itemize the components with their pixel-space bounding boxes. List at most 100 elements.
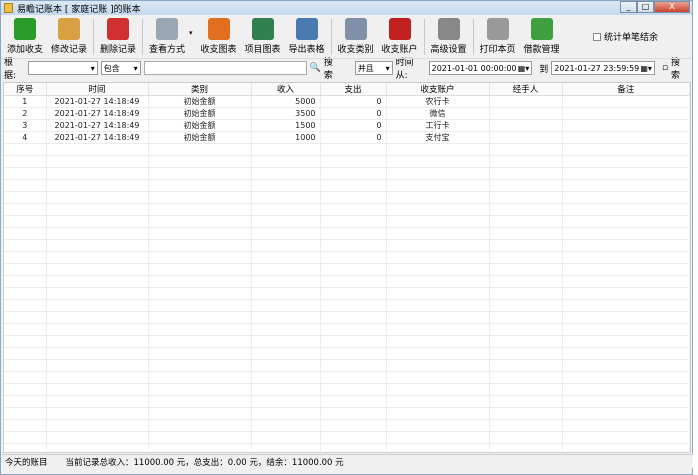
- pie-chart-icon: [251, 18, 274, 40]
- toolbar-button-3[interactable]: 查看方式: [145, 18, 189, 55]
- toolbar-button-9[interactable]: 高级设置: [427, 18, 471, 55]
- table-row[interactable]: [4, 191, 690, 204]
- table-cell: [562, 371, 690, 384]
- column-header[interactable]: 序号: [4, 83, 47, 96]
- column-header[interactable]: 支出: [320, 83, 387, 96]
- table-cell: [320, 383, 387, 396]
- table-cell: [562, 383, 690, 396]
- table-cell: [320, 167, 387, 180]
- table-row[interactable]: [4, 227, 690, 240]
- stat-single-balance-checkbox[interactable]: 统计单笔结余: [592, 30, 658, 43]
- table-row[interactable]: [4, 335, 690, 348]
- toolbar-button-1[interactable]: 修改记录: [47, 18, 91, 55]
- checkbox[interactable]: [592, 32, 601, 41]
- table-cell: [562, 359, 690, 372]
- table-cell: 0: [320, 131, 387, 144]
- table-cell: 4: [4, 131, 47, 144]
- table-row[interactable]: [4, 167, 690, 180]
- table-cell: [562, 419, 690, 432]
- table-cell: [251, 347, 321, 360]
- toolbar-button-2[interactable]: 删除记录: [96, 18, 140, 55]
- table-cell: [320, 359, 387, 372]
- table-row[interactable]: 3 2021-01-27 14:18:49 初始金额 1500 0 工行卡: [4, 119, 690, 132]
- table-cell: [320, 227, 387, 240]
- table-row[interactable]: [4, 431, 690, 444]
- table-cell: [386, 251, 490, 264]
- column-header[interactable]: 收入: [251, 83, 321, 96]
- toolbar-button-label: 添加收支: [6, 45, 43, 55]
- toolbar-button-10[interactable]: 打印本页: [476, 18, 520, 55]
- toolbar: 添加收支 修改记录 删除记录 查看方式 ▾ 收支图表 项目图表 导出表格 收支类别 收支账户 高级设…: [1, 15, 692, 59]
- table-cell: [562, 227, 690, 240]
- logic-select[interactable]: 并且 ▾: [354, 61, 393, 75]
- table-row[interactable]: 2 2021-01-27 14:18:49 初始金额 3500 0 微信: [4, 107, 690, 120]
- table-row[interactable]: [4, 287, 690, 300]
- table-cell: [148, 431, 252, 444]
- table-row[interactable]: [4, 275, 690, 288]
- match-select[interactable]: 包含 ▾: [100, 61, 141, 75]
- table-cell: [4, 359, 47, 372]
- search-doc-icon[interactable]: ▫: [662, 63, 668, 73]
- table-cell: [46, 215, 149, 228]
- table-row[interactable]: [4, 371, 690, 384]
- toolbar-button-0[interactable]: 添加收支: [3, 18, 47, 55]
- table-row[interactable]: 1 2021-01-27 14:18:49 初始金额 5000 0 农行卡: [4, 95, 690, 108]
- column-header[interactable]: 类别: [148, 83, 252, 96]
- table-row[interactable]: [4, 143, 690, 156]
- window-title: 易瞻记账本 [ 家庭记账 ]的账本: [17, 4, 141, 15]
- toolbar-button-4[interactable]: 收支图表: [197, 18, 241, 55]
- table-row[interactable]: [4, 407, 690, 420]
- toolbar-button-8[interactable]: 收支账户: [378, 18, 422, 55]
- table-cell: [46, 347, 149, 360]
- table-row[interactable]: [4, 419, 690, 432]
- column-header[interactable]: 时间: [46, 83, 149, 96]
- table-cell: [489, 131, 563, 144]
- table-cell: [386, 431, 490, 444]
- column-header[interactable]: 收支账户: [386, 83, 490, 96]
- toolbar-button-11[interactable]: 借款管理: [520, 18, 564, 55]
- table-row[interactable]: [4, 179, 690, 192]
- table-row[interactable]: [4, 359, 690, 372]
- table-row[interactable]: [4, 251, 690, 264]
- table-cell: [320, 191, 387, 204]
- maximize-button[interactable]: □: [637, 1, 654, 13]
- search-icon[interactable]: 🔍: [310, 63, 321, 73]
- view-dropdown-icon[interactable]: ▾: [189, 29, 193, 37]
- table-cell: [320, 143, 387, 156]
- table-cell: [320, 419, 387, 432]
- table-row[interactable]: [4, 299, 690, 312]
- table-cell: [148, 407, 252, 420]
- table-cell: [320, 323, 387, 336]
- table-cell: 初始金额: [148, 131, 252, 144]
- time-to-picker[interactable]: 2021-01-27 23:59:59 ▦▾: [551, 61, 655, 75]
- table-row[interactable]: [4, 203, 690, 216]
- toolbar-button-7[interactable]: 收支类别: [334, 18, 378, 55]
- column-header[interactable]: 经手人: [489, 83, 563, 96]
- toolbar-button-label: 删除记录: [99, 45, 136, 55]
- table-cell: [4, 203, 47, 216]
- table-row[interactable]: [4, 239, 690, 252]
- column-header[interactable]: 备注: [562, 83, 690, 96]
- table-row[interactable]: [4, 347, 690, 360]
- table-row[interactable]: [4, 383, 690, 396]
- table-row[interactable]: 4 2021-01-27 14:18:49 初始金额 1000 0 支付宝: [4, 131, 690, 144]
- table-cell: [562, 431, 690, 444]
- keyword-input[interactable]: [143, 61, 307, 75]
- toolbar-button-5[interactable]: 项目图表: [241, 18, 285, 55]
- table-row[interactable]: [4, 263, 690, 276]
- minimize-button[interactable]: _: [620, 1, 637, 13]
- table-cell: [4, 335, 47, 348]
- basis-select[interactable]: ▾: [27, 61, 98, 75]
- table-cell: [46, 275, 149, 288]
- table-row[interactable]: [4, 215, 690, 228]
- toolbar-button-6[interactable]: 导出表格: [285, 18, 329, 55]
- table-row[interactable]: [4, 311, 690, 324]
- close-button[interactable]: X: [654, 1, 690, 13]
- table-row[interactable]: [4, 323, 690, 336]
- time-from-picker[interactable]: 2021-01-01 00:00:00 ▦▾: [428, 61, 533, 75]
- table-cell: [320, 431, 387, 444]
- table-cell: [46, 251, 149, 264]
- table-row[interactable]: [4, 155, 690, 168]
- search-bar: 根据: ▾ 包含 ▾ 🔍 搜索 并且 ▾ 时间从: 2021-01-01 00:00…: [1, 58, 692, 81]
- table-row[interactable]: [4, 395, 690, 408]
